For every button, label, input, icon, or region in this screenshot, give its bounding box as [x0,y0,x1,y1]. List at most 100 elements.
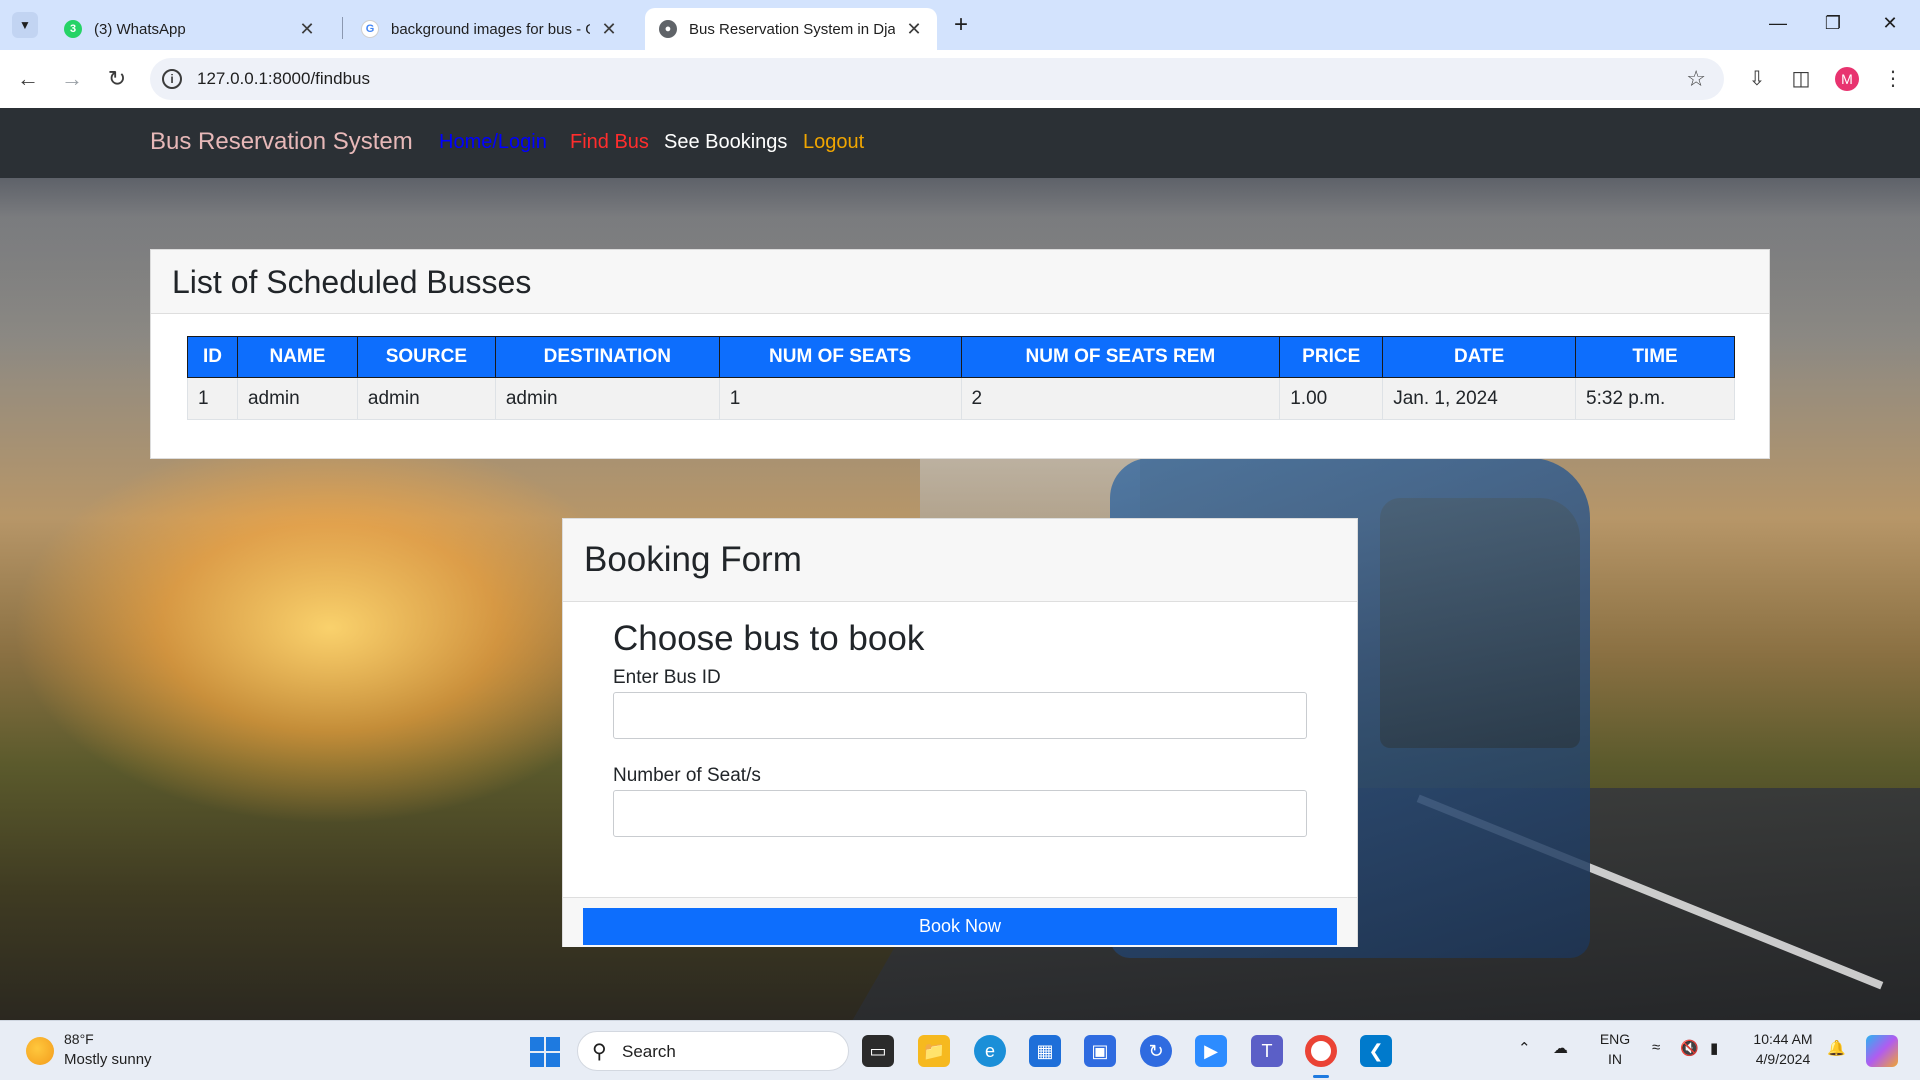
file-explorer-icon[interactable]: 📁 [918,1035,950,1067]
table-row: 1 admin admin admin 1 2 1.00 Jan. 1, 202… [187,377,1735,420]
col-header-name: NAME [236,336,358,378]
url-text[interactable]: 127.0.0.1:8000/findbus [197,69,370,89]
bus-id-input[interactable] [613,692,1307,739]
active-app-indicator [1313,1075,1329,1078]
nav-link-find-bus[interactable]: Find Bus [570,131,649,154]
col-header-price: PRICE [1279,336,1384,378]
browser-toolbar: ← → ↻ i 127.0.0.1:8000/findbus ☆ ⇩ ◫ M ⋮ [0,50,1920,108]
tab-search-button[interactable]: ▼ [12,12,38,38]
booking-form: Choose bus to book Enter Bus ID Number o… [613,619,1307,863]
col-header-time: TIME [1575,336,1735,378]
menu-dots-icon[interactable]: ⋮ [1878,64,1908,94]
weather-temperature[interactable]: 88°F [64,1031,94,1047]
teams-icon[interactable]: T [1251,1035,1283,1067]
clock-date[interactable]: 4/9/2024 [1748,1051,1818,1067]
forward-button[interactable]: → [57,64,87,94]
search-icon: ⚲ [592,1041,607,1063]
download-icon[interactable]: ⇩ [1742,64,1772,94]
tab-title: (3) WhatsApp [94,20,186,38]
close-window-button[interactable]: ✕ [1870,8,1910,38]
cell-id: 1 [187,377,238,420]
col-header-source: SOURCE [356,336,496,378]
browser-tabstrip: ▼ 3 (3) WhatsApp ✕ G background images f… [0,0,1920,50]
nav-link-logout[interactable]: Logout [803,131,864,154]
new-tab-button[interactable]: + [948,10,974,40]
app-icon[interactable]: ▣ [1084,1035,1116,1067]
clock-time[interactable]: 10:44 AM [1748,1031,1818,1047]
book-now-button[interactable]: Book Now [583,908,1337,945]
chevron-up-icon[interactable]: ⌃ [1518,1039,1531,1057]
profile-avatar[interactable]: M [1835,67,1859,91]
tab-title: background images for bus - Go [391,20,590,38]
cell-price: 1.00 [1279,377,1384,420]
back-button[interactable]: ← [13,64,43,94]
taskbar-search[interactable]: ⚲ Search [577,1031,849,1071]
tab-google-search[interactable]: G background images for bus - Go ✕ [347,8,632,50]
busses-table: ID NAME SOURCE DESTINATION NUM OF SEATS … [187,336,1735,420]
nav-link-see-bookings[interactable]: See Bookings [664,131,787,154]
chevron-down-icon: ▼ [19,18,31,32]
site-navbar: Bus Reservation System Home/Login Find B… [0,108,1920,178]
arrow-left-icon: ← [17,66,39,91]
cell-name: admin [236,377,358,420]
restore-button[interactable]: ❐ [1813,8,1853,38]
bus-id-label: Enter Bus ID [613,667,721,688]
tab-divider [342,17,343,39]
scheduled-busses-card: List of Scheduled Busses ID NAME SOURCE … [150,249,1770,459]
close-icon[interactable]: ✕ [905,19,923,40]
address-bar[interactable]: i 127.0.0.1:8000/findbus ☆ [150,58,1724,100]
cell-num-seats: 1 [718,377,962,420]
col-header-id: ID [187,336,238,378]
cell-date: Jan. 1, 2024 [1382,377,1577,420]
card-footer: Book Now [563,897,1357,947]
vscode-icon[interactable]: ❮ [1360,1035,1392,1067]
tab-whatsapp[interactable]: 3 (3) WhatsApp ✕ [50,8,330,50]
seats-label: Number of Seat/s [613,765,761,786]
minimize-button[interactable]: — [1758,8,1798,38]
notification-bell-icon[interactable]: 🔔 [1827,1039,1846,1057]
speaker-muted-icon[interactable]: 🔇 [1680,1039,1699,1057]
tab-bus-reservation[interactable]: ● Bus Reservation System in Djan ✕ [645,8,937,50]
page-viewport: Bus Reservation System Home/Login Find B… [0,108,1920,1020]
cell-source: admin [356,377,496,420]
wifi-icon[interactable]: ≈ [1652,1039,1660,1056]
chrome-icon[interactable] [1305,1035,1337,1067]
background-bus-window [1380,498,1580,748]
globe-icon: ● [659,20,677,38]
bookmark-star-icon[interactable]: ☆ [1686,66,1706,92]
store-icon[interactable]: ▦ [1029,1035,1061,1067]
arrow-right-icon: → [61,66,83,91]
cell-destination: admin [494,377,720,420]
col-header-num-seats: NUM OF SEATS [718,336,962,378]
language-top[interactable]: ENG [1598,1031,1632,1047]
sync-app-icon[interactable]: ↻ [1140,1035,1172,1067]
col-header-num-seats-rem: NUM OF SEATS REM [960,336,1281,378]
navbar-brand[interactable]: Bus Reservation System [150,128,413,156]
onedrive-icon[interactable]: ☁ [1553,1039,1568,1057]
weather-condition[interactable]: Mostly sunny [64,1051,152,1068]
reload-icon: ↻ [107,66,127,91]
zoom-icon[interactable]: ▶ [1195,1035,1227,1067]
col-header-destination: DESTINATION [494,336,720,378]
google-icon: G [361,20,379,38]
table-header-row: ID NAME SOURCE DESTINATION NUM OF SEATS … [187,336,1735,378]
nav-link-home-login[interactable]: Home/Login [439,131,547,154]
weather-sun-icon[interactable] [26,1037,54,1065]
language-bottom[interactable]: IN [1598,1051,1632,1067]
reload-button[interactable]: ↻ [102,64,132,94]
cell-num-seats-rem: 2 [960,377,1281,420]
close-icon[interactable]: ✕ [298,19,316,40]
whatsapp-icon: 3 [64,20,82,38]
close-icon[interactable]: ✕ [600,19,618,40]
side-panel-icon[interactable]: ◫ [1786,64,1816,94]
battery-icon[interactable]: ▮ [1710,1039,1718,1057]
windows-start-icon[interactable] [530,1037,560,1067]
seats-input[interactable] [613,790,1307,837]
task-view-icon[interactable]: ▭ [862,1035,894,1067]
cell-time: 5:32 p.m. [1575,377,1735,420]
col-header-date: DATE [1382,336,1577,378]
card-title: Booking Form [563,519,1357,602]
copilot-icon[interactable] [1866,1035,1898,1067]
site-info-icon[interactable]: i [162,69,182,89]
edge-icon[interactable]: e [974,1035,1006,1067]
